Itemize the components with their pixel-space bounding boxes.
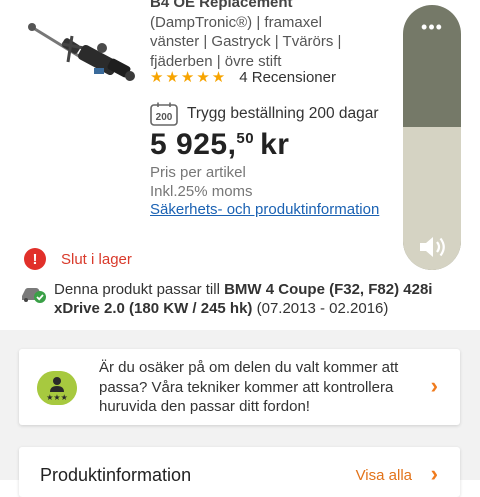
- reviews-count[interactable]: 4 Recensioner: [239, 69, 336, 86]
- more-options-icon[interactable]: •••: [403, 17, 461, 38]
- speaker-icon: [420, 237, 445, 257]
- technician-icon: ★★★: [37, 371, 77, 405]
- vat-info: Inkl.25% moms: [150, 183, 253, 200]
- stock-text: Slut i lager: [61, 250, 132, 268]
- car-check-icon: [22, 288, 46, 303]
- svg-text:★★★: ★★★: [46, 393, 68, 402]
- vehicle-fit-text: Denna produkt passar till BMW 4 Coupe (F…: [54, 281, 433, 317]
- calendar-icon: 200: [150, 102, 178, 126]
- price-per-item: Pris per artikel: [150, 164, 246, 181]
- chevron-right-icon: ›: [430, 373, 438, 398]
- show-all-link[interactable]: Visa alla: [356, 467, 412, 484]
- chevron-right-icon: ›: [430, 461, 438, 486]
- stock-status: ! Slut i lager: [24, 248, 132, 270]
- fitment-check-card[interactable]: ★★★ Är du osäker på om delen du valt kom…: [19, 349, 460, 425]
- delivery-text: Trygg beställning 200 dagar: [187, 105, 379, 122]
- rating-stars-icon: ★★★★★: [150, 69, 228, 86]
- product-title: B4 OE Replacement (DampTronic®) | framax…: [150, 0, 342, 70]
- volume-slider[interactable]: •••: [403, 5, 461, 270]
- exclamation-icon: !: [24, 248, 46, 270]
- delivery-guarantee: 200 Trygg beställning 200 dagar: [150, 102, 379, 126]
- fitment-check-text: Är du osäker på om delen du valt kommer …: [99, 359, 399, 415]
- safety-info-link[interactable]: Säkerhets- och produktinformation: [150, 200, 379, 219]
- product-info-card[interactable]: Produktinformation Visa alla ›: [19, 447, 460, 497]
- rating[interactable]: ★★★★★ 4 Recensioner: [150, 68, 336, 87]
- price: 5 925,50 kr: [150, 128, 290, 161]
- shock-absorber-image: [28, 23, 135, 81]
- product-info-title: Produktinformation: [40, 465, 192, 485]
- svg-text:200: 200: [156, 112, 173, 123]
